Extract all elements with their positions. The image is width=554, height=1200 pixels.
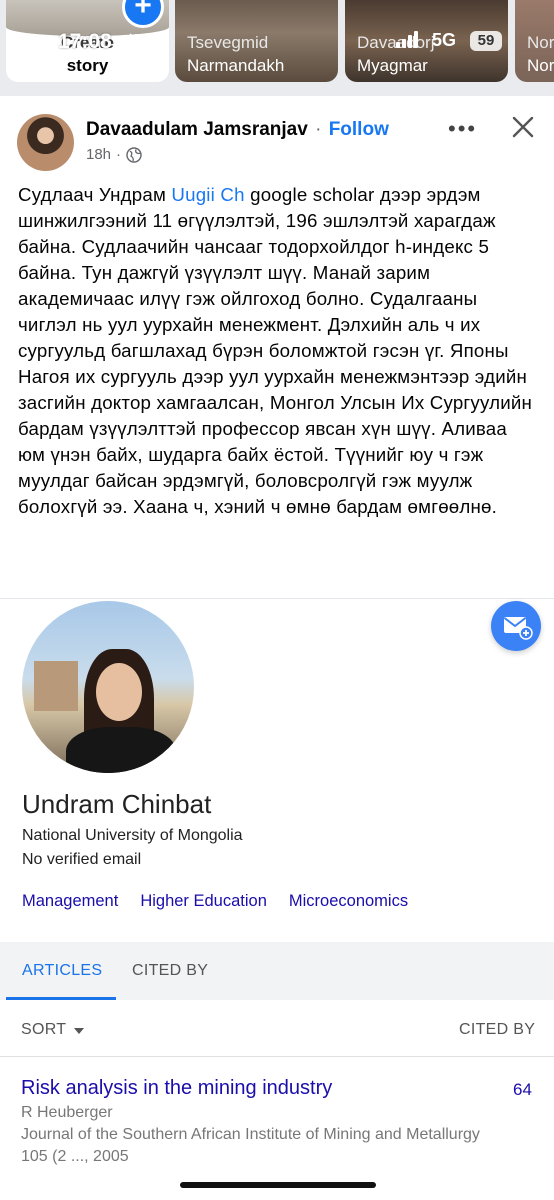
scholar-profile-photo: [22, 601, 194, 773]
globe-icon: [126, 146, 142, 163]
scholar-email-status: No verified email: [22, 851, 142, 868]
story-name-first: Nor: [527, 33, 554, 52]
cited-by-column-header[interactable]: CITED BY: [459, 1021, 535, 1039]
scholar-profile-card[interactable]: Undram Chinbat National University of Mo…: [0, 598, 554, 1200]
post-text-part2: google scholar дээр эрдэм шинжилгээний 1…: [18, 184, 533, 517]
topic-link[interactable]: Higher Education: [140, 892, 267, 911]
sort-button[interactable]: SORT: [21, 1021, 66, 1039]
signal-icon: [396, 30, 418, 48]
topic-link[interactable]: Microeconomics: [289, 892, 408, 911]
research-topics: Management Higher Education Microeconomi…: [22, 892, 408, 911]
post-text-part1: Судлаач Ундрам: [18, 184, 172, 205]
article-title-link[interactable]: Risk analysis in the mining industry: [21, 1077, 332, 1100]
follow-button[interactable]: Follow: [329, 119, 389, 140]
stories-strip: + Create story Tsevegmid Narmandakh Dava…: [0, 0, 554, 96]
author-avatar[interactable]: [17, 114, 74, 171]
story-card[interactable]: Tsevegmid Narmandakh: [175, 0, 338, 82]
more-options-icon[interactable]: •••: [448, 116, 477, 142]
sort-row: SORT CITED BY: [0, 1001, 554, 1057]
status-time: 17:08: [58, 30, 112, 53]
home-indicator[interactable]: [180, 1182, 376, 1188]
topic-link[interactable]: Management: [22, 892, 118, 911]
post-body: Судлаач Ундрам Uugii Ch google scholar д…: [18, 182, 538, 520]
article-venue: Journal of the Southern African Institut…: [21, 1126, 480, 1165]
follow-email-button[interactable]: [491, 601, 541, 651]
mention-link[interactable]: Uugii Ch: [171, 184, 244, 205]
close-icon[interactable]: [510, 114, 536, 140]
story-card[interactable]: Nor Nor: [515, 0, 554, 82]
network-type: 5G: [432, 30, 457, 50]
meta-separator: ·: [116, 146, 122, 163]
scholar-name: Undram Chinbat: [22, 789, 212, 819]
post-time[interactable]: 18h: [86, 146, 111, 163]
post-header: Davaadulam Jamsranjav · Follow: [86, 119, 389, 141]
create-story-label-line2: story: [66, 56, 109, 75]
battery-indicator: 59: [470, 31, 502, 51]
story-name-last: Nor: [527, 56, 554, 75]
story-name-last: Narmandakh: [187, 56, 285, 75]
tab-cited-by[interactable]: CITED BY: [132, 962, 208, 980]
article-cited-by-count[interactable]: 64: [513, 1080, 532, 1100]
story-name-last: Myagmar: [357, 56, 428, 75]
separator: ·: [315, 119, 322, 140]
caret-down-icon[interactable]: [74, 1028, 84, 1034]
mail-plus-icon: [503, 617, 533, 640]
post-meta: 18h ·: [86, 146, 142, 163]
bell-muted-icon: [128, 32, 144, 52]
active-tab-indicator: [6, 997, 116, 1000]
tab-articles[interactable]: ARTICLES: [22, 962, 102, 980]
author-name[interactable]: Davaadulam Jamsranjav: [86, 119, 308, 140]
tab-bar: ARTICLES CITED BY: [0, 942, 554, 1000]
story-name-first: Tsevegmid: [187, 33, 269, 52]
scholar-affiliation: National University of Mongolia: [22, 827, 243, 844]
article-authors: R Heuberger: [21, 1104, 113, 1121]
